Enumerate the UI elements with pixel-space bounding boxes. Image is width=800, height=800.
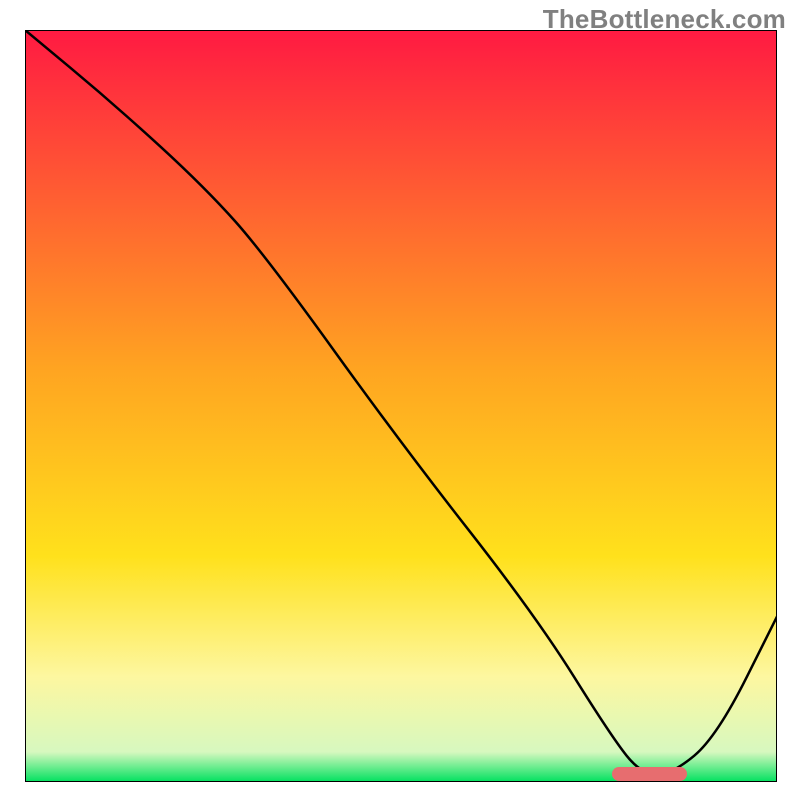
- chart-frame: TheBottleneck.com: [0, 0, 800, 800]
- bottleneck-marker: [612, 767, 687, 781]
- chart-svg: [25, 30, 777, 782]
- gradient-background: [25, 30, 777, 782]
- plot-area: [25, 30, 777, 782]
